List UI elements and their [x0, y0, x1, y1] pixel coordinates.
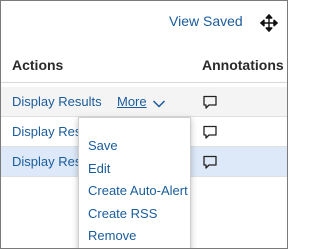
display-results-link[interactable]: Display Results: [12, 94, 102, 109]
view-saved-link[interactable]: View Saved: [169, 13, 243, 29]
more-actions-menu: Save Edit Create Auto-Alert Create RSS R…: [78, 117, 191, 248]
table-row: Display Results More: [1, 87, 287, 117]
chevron-down-icon[interactable]: [152, 96, 166, 108]
menu-item-remove[interactable]: Remove: [88, 228, 136, 243]
menu-item-save[interactable]: Save: [88, 138, 118, 153]
menu-item-create-auto-alert[interactable]: Create Auto-Alert: [88, 183, 188, 198]
more-actions-toggle[interactable]: More: [117, 94, 147, 109]
menu-item-edit[interactable]: Edit: [88, 161, 110, 176]
panel-toolbar: View Saved: [1, 1, 287, 43]
move-arrows-icon[interactable]: [260, 14, 278, 32]
table-header: Actions Annotations: [1, 43, 287, 83]
comment-icon[interactable]: [202, 154, 218, 170]
comment-icon[interactable]: [202, 124, 218, 140]
results-actions-panel: View Saved Actions Annotations Display R…: [0, 0, 288, 249]
actions-column-header: Actions: [12, 57, 64, 73]
comment-icon[interactable]: [202, 94, 218, 110]
menu-item-create-rss[interactable]: Create RSS: [88, 206, 157, 221]
annotations-column-header: Annotations: [202, 57, 284, 73]
